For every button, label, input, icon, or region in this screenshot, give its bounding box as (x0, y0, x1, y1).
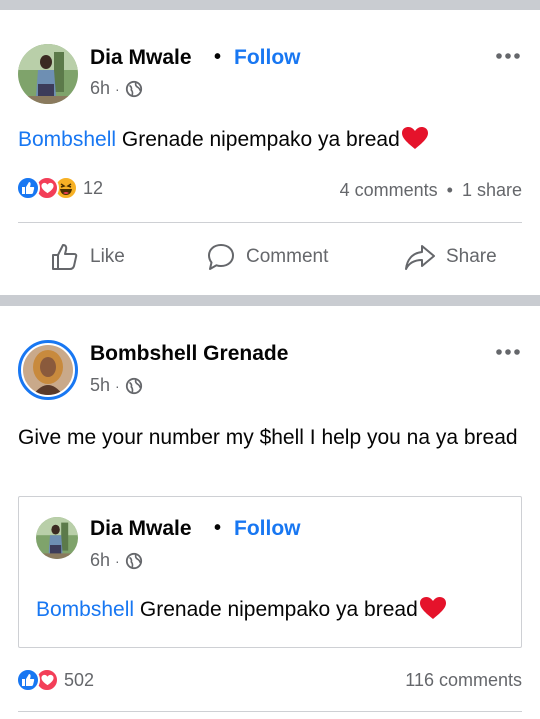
like-reaction-icon (16, 668, 40, 692)
shared-follow-button[interactable]: Follow (234, 517, 301, 541)
comment-icon (208, 244, 234, 270)
comments-count-link[interactable]: 116 comments (405, 670, 522, 691)
time-separator: · (115, 552, 120, 569)
avatar-dia-mwale[interactable] (18, 44, 78, 104)
shared-post-text: Bombshell Grenade nipempako ya bread (36, 594, 447, 626)
post-card-bombshell-grenade: Bombshell Grenade 5h · Give me your numb… (0, 306, 540, 719)
stats-separator: • (446, 180, 453, 200)
share-button[interactable]: Share (404, 242, 497, 272)
engagement-stats: 4 comments • 1 share (340, 180, 522, 201)
mention-link[interactable]: Bombshell (36, 598, 134, 621)
action-bar-divider (18, 711, 522, 712)
reaction-summary[interactable]: 12 (16, 176, 103, 200)
post-time[interactable]: 6h (90, 78, 110, 99)
follow-separator: • (214, 517, 222, 539)
globe-icon (125, 377, 142, 394)
shared-post-preview[interactable]: Dia Mwale • Follow 6h · Bombshell Grenad… (18, 496, 522, 648)
action-bar-divider (18, 222, 522, 223)
heart-emoji-icon (419, 597, 446, 619)
comment-label: Comment (246, 246, 329, 267)
shared-post-time[interactable]: 6h (90, 550, 110, 571)
more-icon[interactable] (494, 344, 522, 360)
like-button[interactable]: Like (50, 242, 125, 272)
avatar-bombshell-grenade[interactable] (18, 340, 78, 400)
post-time[interactable]: 5h (90, 375, 110, 396)
heart-emoji-icon (401, 127, 428, 149)
more-icon[interactable] (494, 48, 522, 64)
author-name[interactable]: Dia Mwale (90, 46, 192, 70)
shared-author-name[interactable]: Dia Mwale (90, 517, 192, 541)
author-name[interactable]: Bombshell Grenade (90, 342, 288, 366)
post-meta: 5h · (90, 375, 143, 396)
reaction-count: 12 (83, 177, 104, 198)
shares-count-link[interactable]: 1 share (462, 180, 522, 200)
like-icon (52, 244, 78, 270)
post-text: Give me your number my $hell I help you … (18, 426, 518, 449)
feed-divider-top (0, 0, 540, 10)
share-icon (405, 245, 435, 270)
shared-post-text-body: Grenade nipempako ya bread (134, 598, 418, 621)
reaction-count: 502 (64, 669, 95, 690)
mention-link[interactable]: Bombshell (18, 128, 116, 151)
globe-icon (125, 80, 142, 97)
globe-icon (125, 552, 142, 569)
post-text: Bombshell Grenade nipempako ya bread (18, 124, 429, 156)
like-label: Like (90, 246, 125, 267)
comments-count-link[interactable]: 4 comments (340, 180, 438, 200)
time-separator: · (115, 80, 120, 97)
post-text-body: Grenade nipempako ya bread (116, 128, 400, 151)
post-meta: 6h · (90, 78, 143, 99)
shared-post-meta: 6h · (90, 550, 143, 571)
like-reaction-icon (16, 176, 40, 200)
comment-button[interactable]: Comment (206, 242, 328, 272)
avatar-dia-mwale-shared[interactable] (36, 517, 78, 559)
action-bar: Like Comment Share (0, 226, 540, 286)
post-card-dia-mwale: Dia Mwale • Follow 6h · Bombshell Grenad… (0, 10, 540, 295)
feed-divider (0, 295, 540, 306)
follow-separator: • (214, 46, 222, 68)
share-label: Share (446, 246, 497, 267)
time-separator: · (115, 377, 120, 394)
follow-button[interactable]: Follow (234, 46, 301, 70)
reaction-summary[interactable]: 502 (16, 668, 94, 692)
